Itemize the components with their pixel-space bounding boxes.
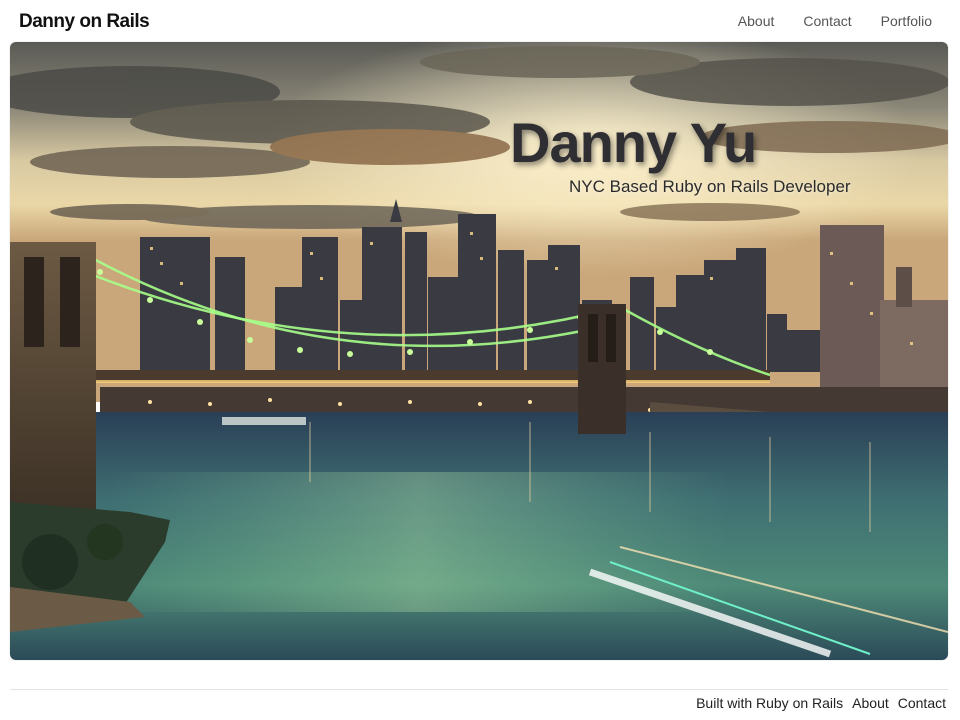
footer: Built with Ruby on Rails About Contact — [696, 695, 946, 711]
brand-link[interactable]: Danny on Rails — [19, 11, 150, 33]
top-navbar: Danny on Rails About Contact Portfolio — [0, 0, 960, 42]
nav-portfolio-link[interactable]: Portfolio — [881, 13, 932, 29]
hero-title: Danny Yu — [510, 111, 757, 174]
footer-about-link[interactable]: About — [852, 695, 889, 711]
footer-contact-link[interactable]: Contact — [898, 695, 946, 711]
footer-built-with-text: Built with Ruby on Rails — [696, 695, 844, 711]
nav-about-link[interactable]: About — [738, 13, 775, 29]
hero-banner: Danny Yu NYC Based Ruby on Rails Develop… — [10, 42, 948, 660]
footer-divider — [10, 689, 948, 690]
hero-subtitle: NYC Based Ruby on Rails Developer — [569, 177, 851, 196]
main-nav: About Contact Portfolio — [738, 13, 932, 29]
nav-contact-link[interactable]: Contact — [803, 13, 851, 29]
